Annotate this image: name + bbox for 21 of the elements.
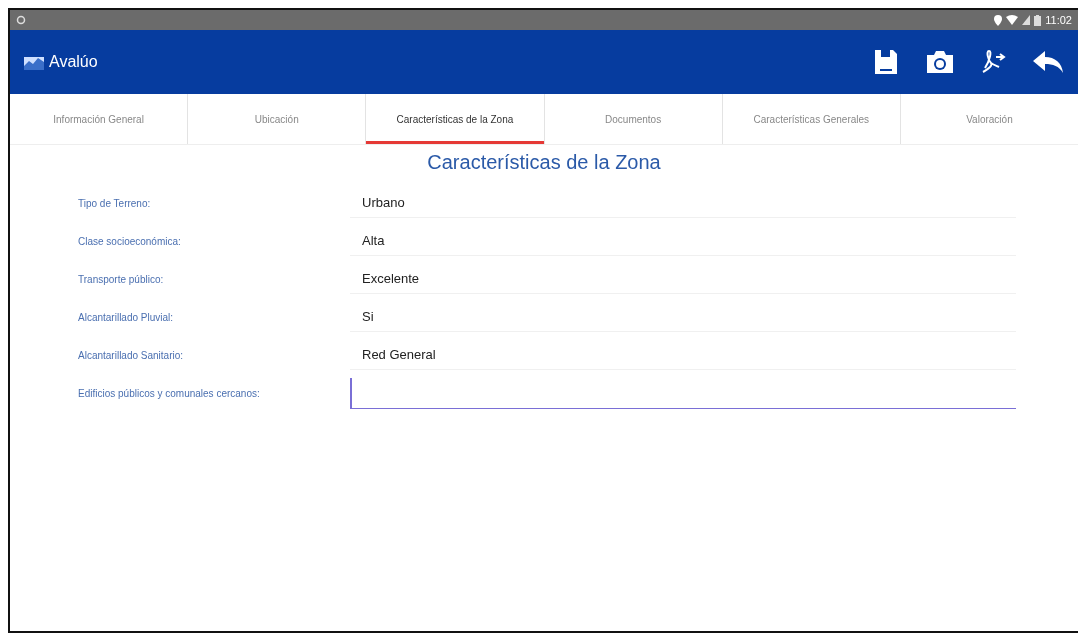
signal-icon	[1022, 15, 1031, 25]
chart-logo-icon	[24, 54, 44, 70]
select-field[interactable]: Excelente	[350, 264, 1016, 294]
field-label: Alcantarillado Pluvial:	[78, 311, 175, 323]
field-label: Transporte público:	[78, 273, 165, 285]
select-field[interactable]: Alta	[350, 226, 1016, 256]
field-label: Edificios públicos y comunales cercanos:	[78, 387, 261, 399]
battery-icon	[1034, 14, 1042, 26]
select-field[interactable]: Red General	[350, 340, 1016, 370]
field-label: Clase socioeconómica:	[78, 235, 182, 247]
wifi-icon	[1006, 15, 1019, 25]
location-icon	[994, 14, 1003, 26]
select-field[interactable]: Urbano	[350, 188, 1016, 218]
field-label: Tipo de Terreno:	[78, 197, 152, 209]
app-title: Avalúo	[49, 53, 98, 71]
status-time: 11:02	[1045, 14, 1072, 26]
sync-icon	[16, 15, 26, 25]
section-heading: Características de la Zona	[426, 151, 662, 174]
select-field[interactable]: Si	[350, 302, 1016, 332]
field-label: Alcantarillado Sanitario:	[78, 349, 185, 361]
tab[interactable]: Características de la Zona	[366, 94, 545, 144]
